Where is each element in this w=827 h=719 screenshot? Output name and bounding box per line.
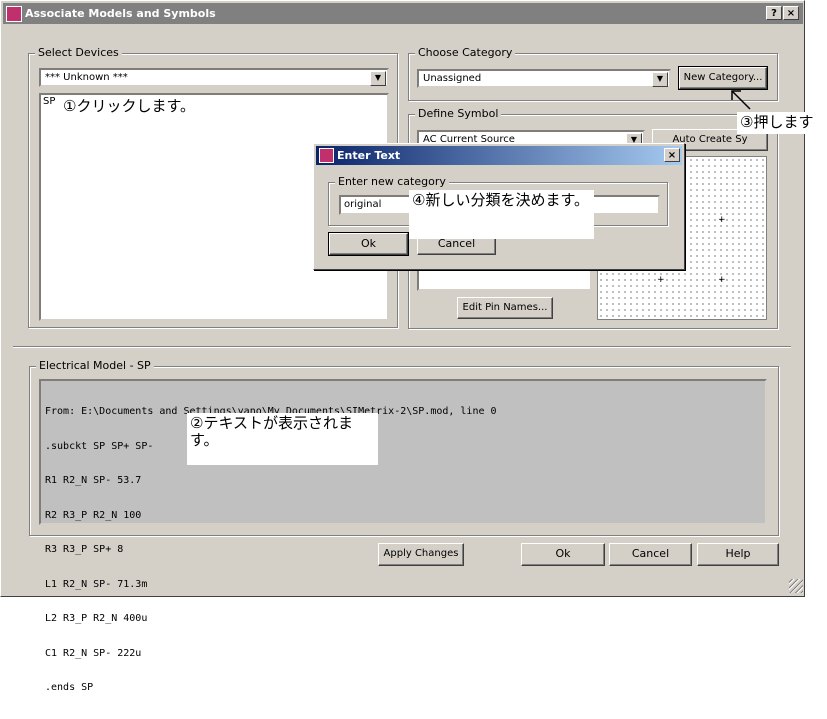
device-combo-value: *** Unknown *** [45,72,128,83]
chevron-down-icon[interactable]: ▼ [652,72,668,87]
enter-category-legend: Enter new category [335,175,449,188]
apply-changes-button[interactable]: Apply Changes [378,543,464,566]
category-combo[interactable]: Unassigned ▼ [417,69,671,88]
model-line: L1 R2_N SP- 71.3m [45,578,148,590]
model-line: R1 R2_N SP- 53.7 [45,475,142,486]
enter-text-titlebar: Enter Text [316,146,682,165]
dialog-ok-button[interactable]: Ok [328,232,409,256]
select-devices-legend: Select Devices [35,46,122,59]
chevron-down-icon[interactable]: ▼ [370,71,386,86]
electrical-model-legend: Electrical Model - SP [36,359,154,372]
title-bar: Associate Models and Symbols [3,3,803,24]
edit-pin-names-button[interactable]: Edit Pin Names... [457,297,553,319]
model-text-area[interactable]: From: E:\Documents and Settings\yano\My … [39,379,767,693]
close-caption-button[interactable]: × [783,6,799,20]
crosshair-icon: + [657,275,665,285]
category-combo-value: Unassigned [423,73,482,84]
app-icon [319,148,334,163]
annotation-arrow-icon [731,90,751,110]
annotation-note-3: ③押します [737,112,827,134]
model-line: L2 R3_P R2_N 400u [45,613,148,624]
associate-models-dialog: Associate Models and Symbols ? × Select … [0,0,805,693]
separator [13,346,791,348]
help-caption-button[interactable]: ? [766,6,782,20]
help-button[interactable]: Help [697,543,779,566]
enter-text-title: Enter Text [337,149,401,162]
cancel-button[interactable]: Cancel [609,543,692,566]
app-icon [6,5,22,22]
device-combo[interactable]: *** Unknown *** ▼ [39,68,389,87]
annotation-note-1: ①クリックします。 [60,96,210,118]
model-line: C1 R2_N SP- 222u [45,647,142,659]
annotation-note-4: ④新しい分類を決めます。 [409,190,594,239]
category-name-input-value: original [344,199,382,210]
model-line: R2 R3_P R2_N 100 [45,509,142,521]
resize-grip-icon[interactable] [789,579,803,593]
crosshair-icon: + [718,275,726,285]
define-symbol-legend: Define Symbol [415,107,502,120]
close-caption-button[interactable]: × [664,148,680,162]
model-line: .subckt SP SP+ SP- [45,440,154,452]
window-title: Associate Models and Symbols [25,7,216,20]
choose-category-legend: Choose Category [415,46,516,59]
ok-button[interactable]: Ok [521,543,605,566]
model-line: .ends SP [45,682,94,693]
model-line: From: E:\Documents and Settings\yano\My … [45,406,497,417]
crosshair-icon: + [718,215,726,225]
annotation-note-2: ②テキストが表示されます。 [187,413,378,465]
